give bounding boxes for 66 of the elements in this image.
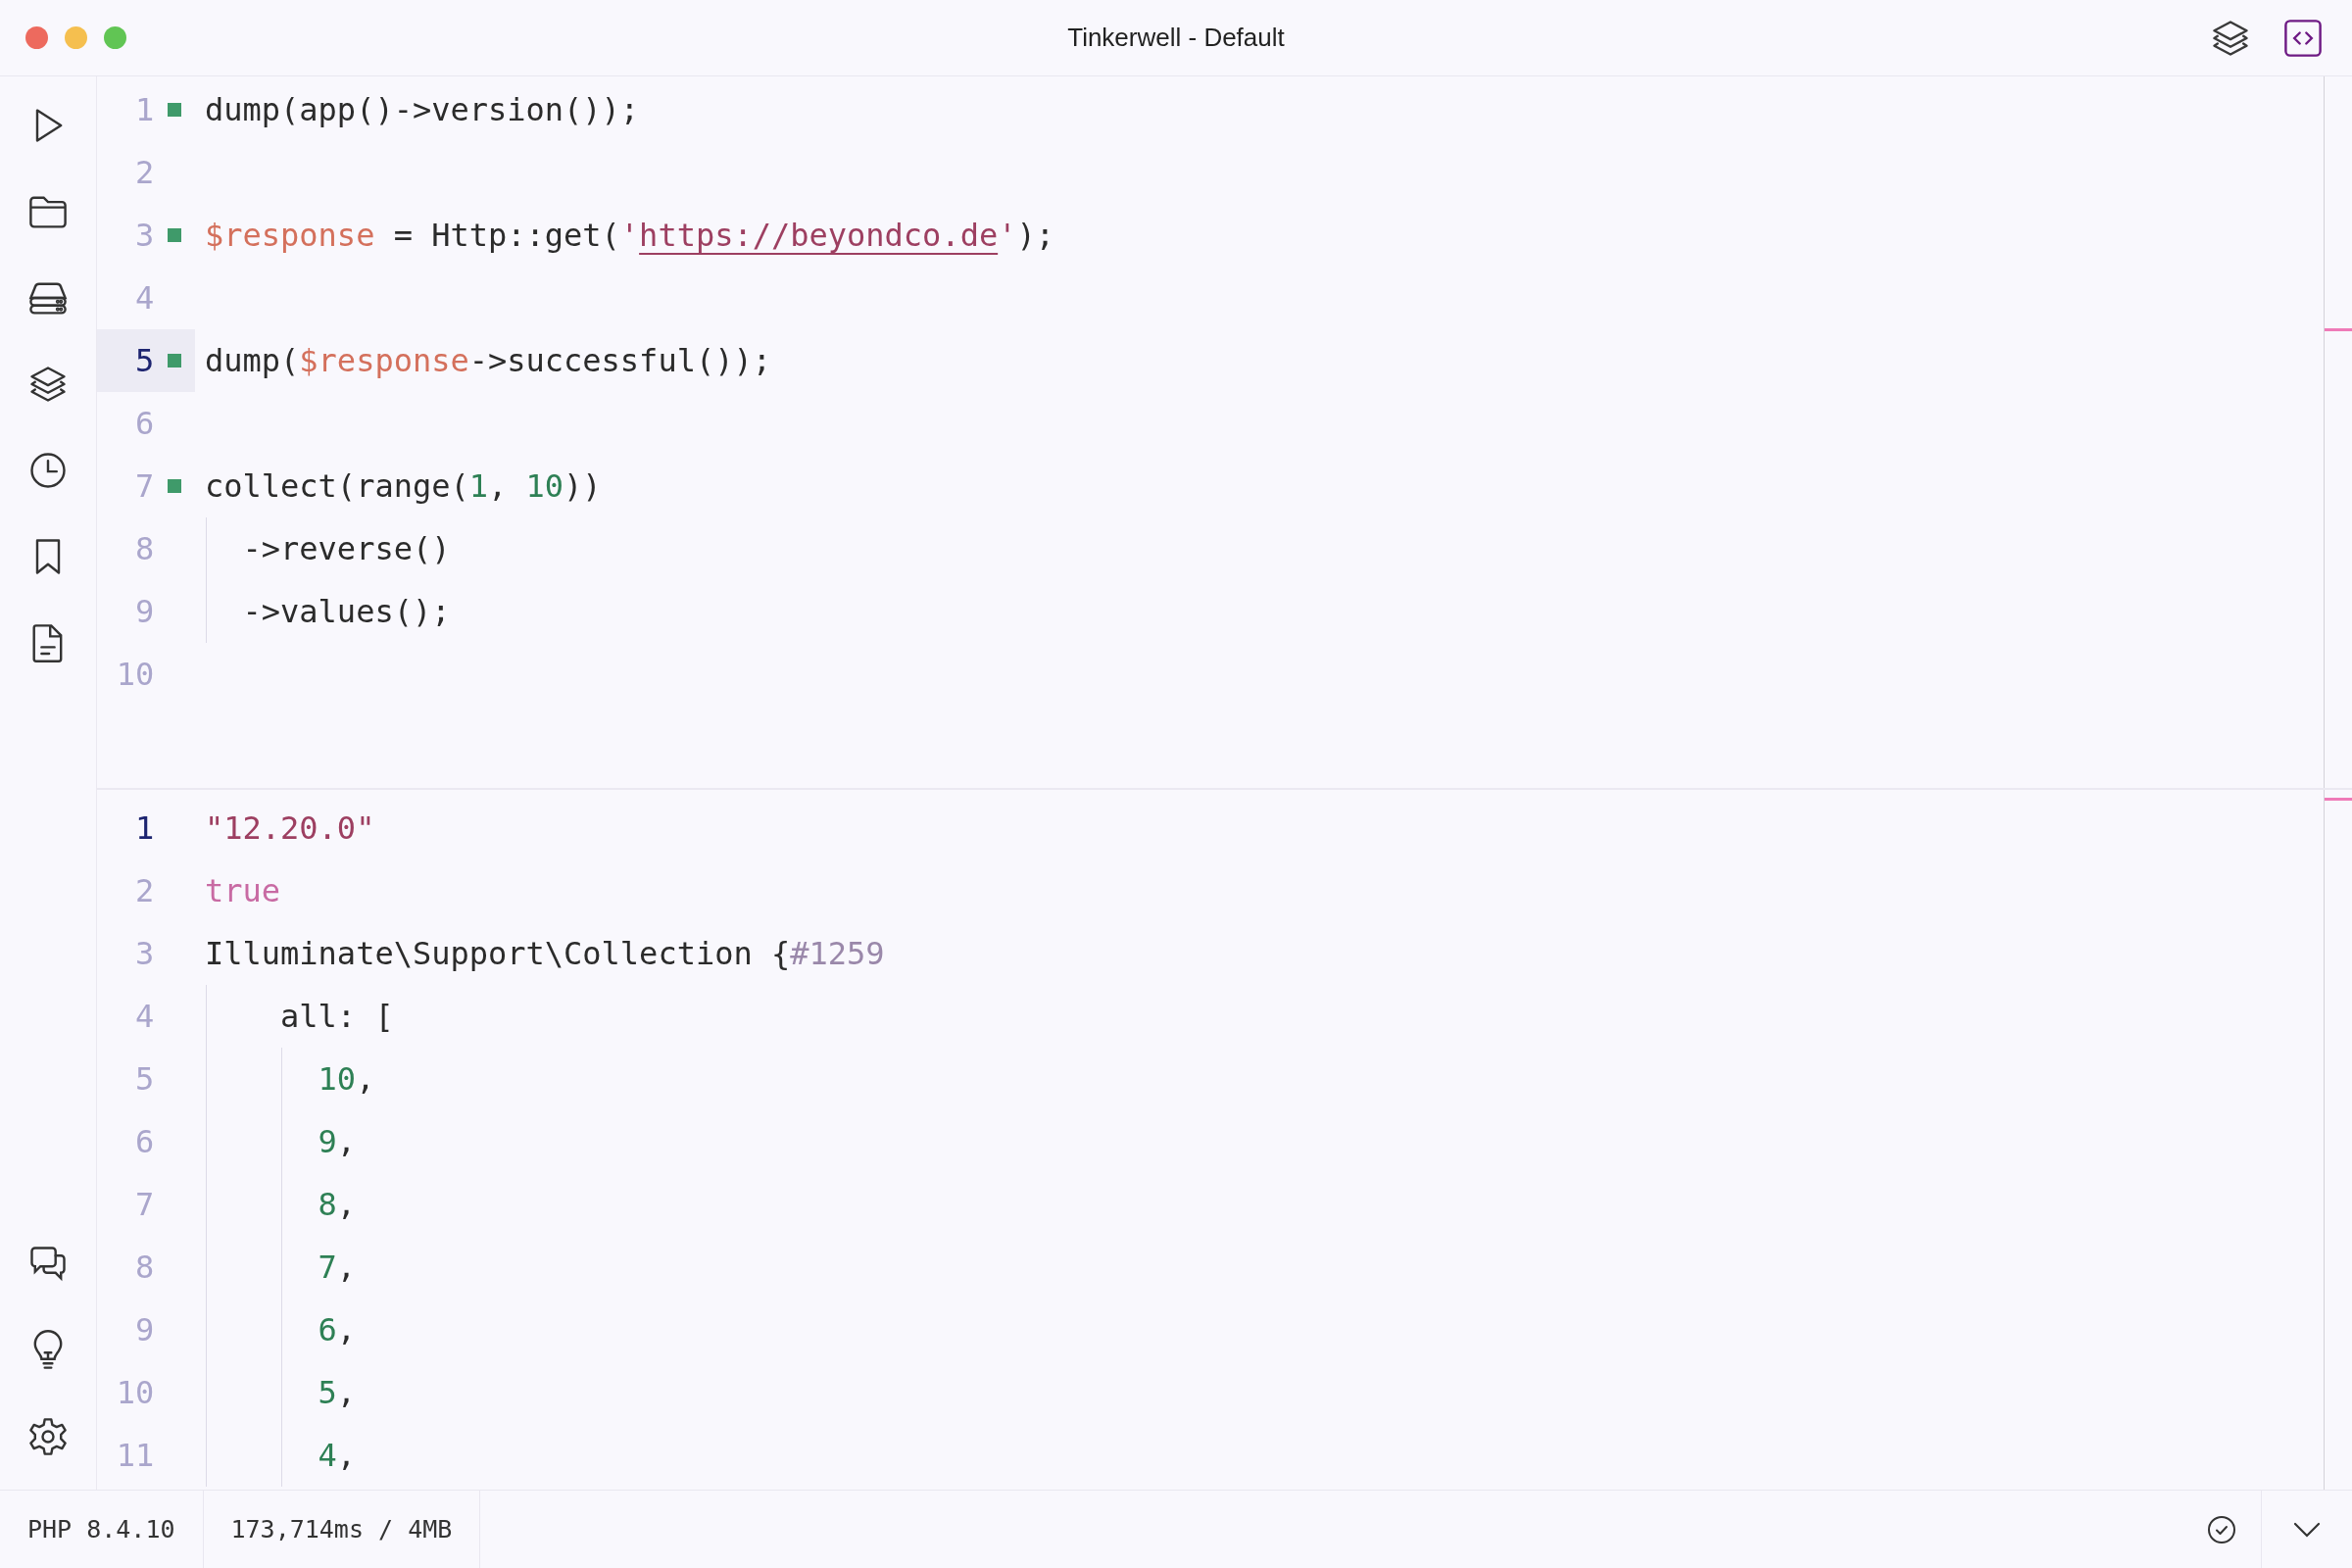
boolean-text: true	[205, 872, 281, 909]
code-text: ,	[336, 1123, 357, 1160]
code-text: dump(	[205, 342, 300, 379]
code-text: ->reverse()	[242, 530, 451, 567]
code-text: ,	[488, 467, 509, 505]
code-text: ))	[564, 467, 602, 505]
close-button[interactable]	[25, 26, 48, 49]
line-number: 9	[134, 1311, 155, 1348]
line-number: 5	[134, 342, 155, 379]
code-text: Illuminate\Support\Collection {	[205, 935, 791, 972]
line-number: 3	[134, 935, 155, 972]
line-number: 9	[134, 593, 155, 630]
number-text: 10	[318, 1060, 357, 1098]
variable-text: $response	[205, 217, 375, 254]
code-text: all: [	[280, 998, 394, 1035]
string-text: '	[619, 217, 640, 254]
code-text: ,	[336, 1311, 357, 1348]
line-number: 4	[134, 998, 155, 1035]
number-text: 5	[318, 1374, 337, 1411]
code-text: ->successful());	[468, 342, 771, 379]
chevron-down-icon[interactable]	[2293, 1521, 2321, 1538]
code-text: ,	[356, 1060, 375, 1098]
line-number: 6	[134, 405, 155, 442]
php-version[interactable]: PHP 8.4.10	[0, 1491, 204, 1568]
line-number: 4	[134, 279, 155, 317]
line-number: 1	[134, 809, 155, 847]
url-link[interactable]: https://beyondco.de	[639, 217, 999, 254]
scroll-marker	[2325, 328, 2352, 331]
number-text: 8	[318, 1186, 337, 1223]
line-number: 10	[115, 1374, 155, 1411]
number-text: 1	[468, 467, 488, 505]
code-text: ,	[336, 1374, 357, 1411]
line-number: 6	[134, 1123, 155, 1160]
line-number: 2	[134, 872, 155, 909]
line-number: 3	[134, 217, 155, 254]
code-text: ->values();	[242, 593, 451, 630]
number-text: 6	[318, 1311, 337, 1348]
line-number: 11	[115, 1437, 155, 1474]
scroll-marker	[2325, 798, 2352, 801]
code-text: ,	[336, 1437, 357, 1474]
variable-text: $response	[299, 342, 469, 379]
line-number: 2	[134, 154, 155, 191]
code-text: ,	[336, 1186, 357, 1223]
string-text: '	[998, 217, 1017, 254]
execution-stats: 173,714ms / 4MB	[203, 1491, 481, 1568]
line-number: 8	[134, 1249, 155, 1286]
settings-icon[interactable]	[26, 1415, 70, 1458]
object-id-text: #1259	[790, 935, 885, 972]
window-title: Tinkerwell - Default	[1067, 23, 1285, 53]
line-number: 7	[134, 467, 155, 505]
string-text: "12.20.0"	[205, 809, 375, 847]
code-text: ,	[336, 1249, 357, 1286]
check-circle-icon[interactable]	[2206, 1513, 2237, 1545]
line-number: 5	[134, 1060, 155, 1098]
number-text: 10	[525, 467, 564, 505]
line-number: 10	[115, 656, 155, 693]
code-text: collect(range(	[205, 467, 469, 505]
code-text: = Http::get(	[392, 217, 620, 254]
line-number: 8	[134, 530, 155, 567]
code-text: );	[1016, 217, 1054, 254]
line-number: 7	[134, 1186, 155, 1223]
line-number: 1	[134, 91, 155, 128]
number-text: 4	[318, 1437, 337, 1474]
number-text: 9	[318, 1123, 337, 1160]
number-text: 7	[318, 1249, 337, 1286]
code-text: dump(app()->version());	[205, 91, 640, 128]
